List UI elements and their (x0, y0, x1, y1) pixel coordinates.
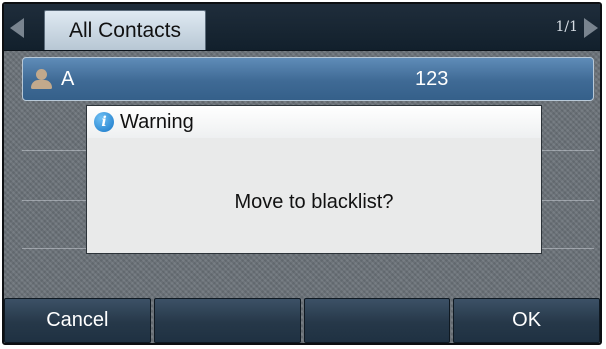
contact-number: 123 (415, 68, 449, 90)
dialog-message: Move to blacklist? (234, 191, 394, 213)
softkey-bar: Cancel OK (4, 298, 600, 343)
title-bar: All Contacts 1/1 (4, 4, 600, 51)
warning-dialog: i Warning Move to blacklist? (86, 105, 542, 254)
contact-list-item[interactable]: A 123 (22, 57, 594, 101)
dialog-title: Warning (120, 111, 194, 133)
phone-screen: All Contacts 1/1 A 123 i Warning Move to… (2, 2, 602, 345)
ok-button[interactable]: OK (453, 298, 600, 343)
cancel-button[interactable]: Cancel (4, 298, 151, 343)
next-page-arrow-icon[interactable] (584, 18, 598, 38)
prev-page-arrow-icon[interactable] (10, 18, 24, 38)
softkey-3[interactable] (303, 298, 451, 343)
tab-all-contacts[interactable]: All Contacts (44, 10, 206, 50)
softkey-2[interactable] (153, 298, 301, 343)
contact-name: A (61, 68, 75, 90)
info-icon: i (94, 112, 114, 132)
dialog-header: i Warning (87, 106, 541, 138)
contact-person-icon (31, 69, 53, 89)
page-indicator: 1/1 (555, 19, 578, 35)
